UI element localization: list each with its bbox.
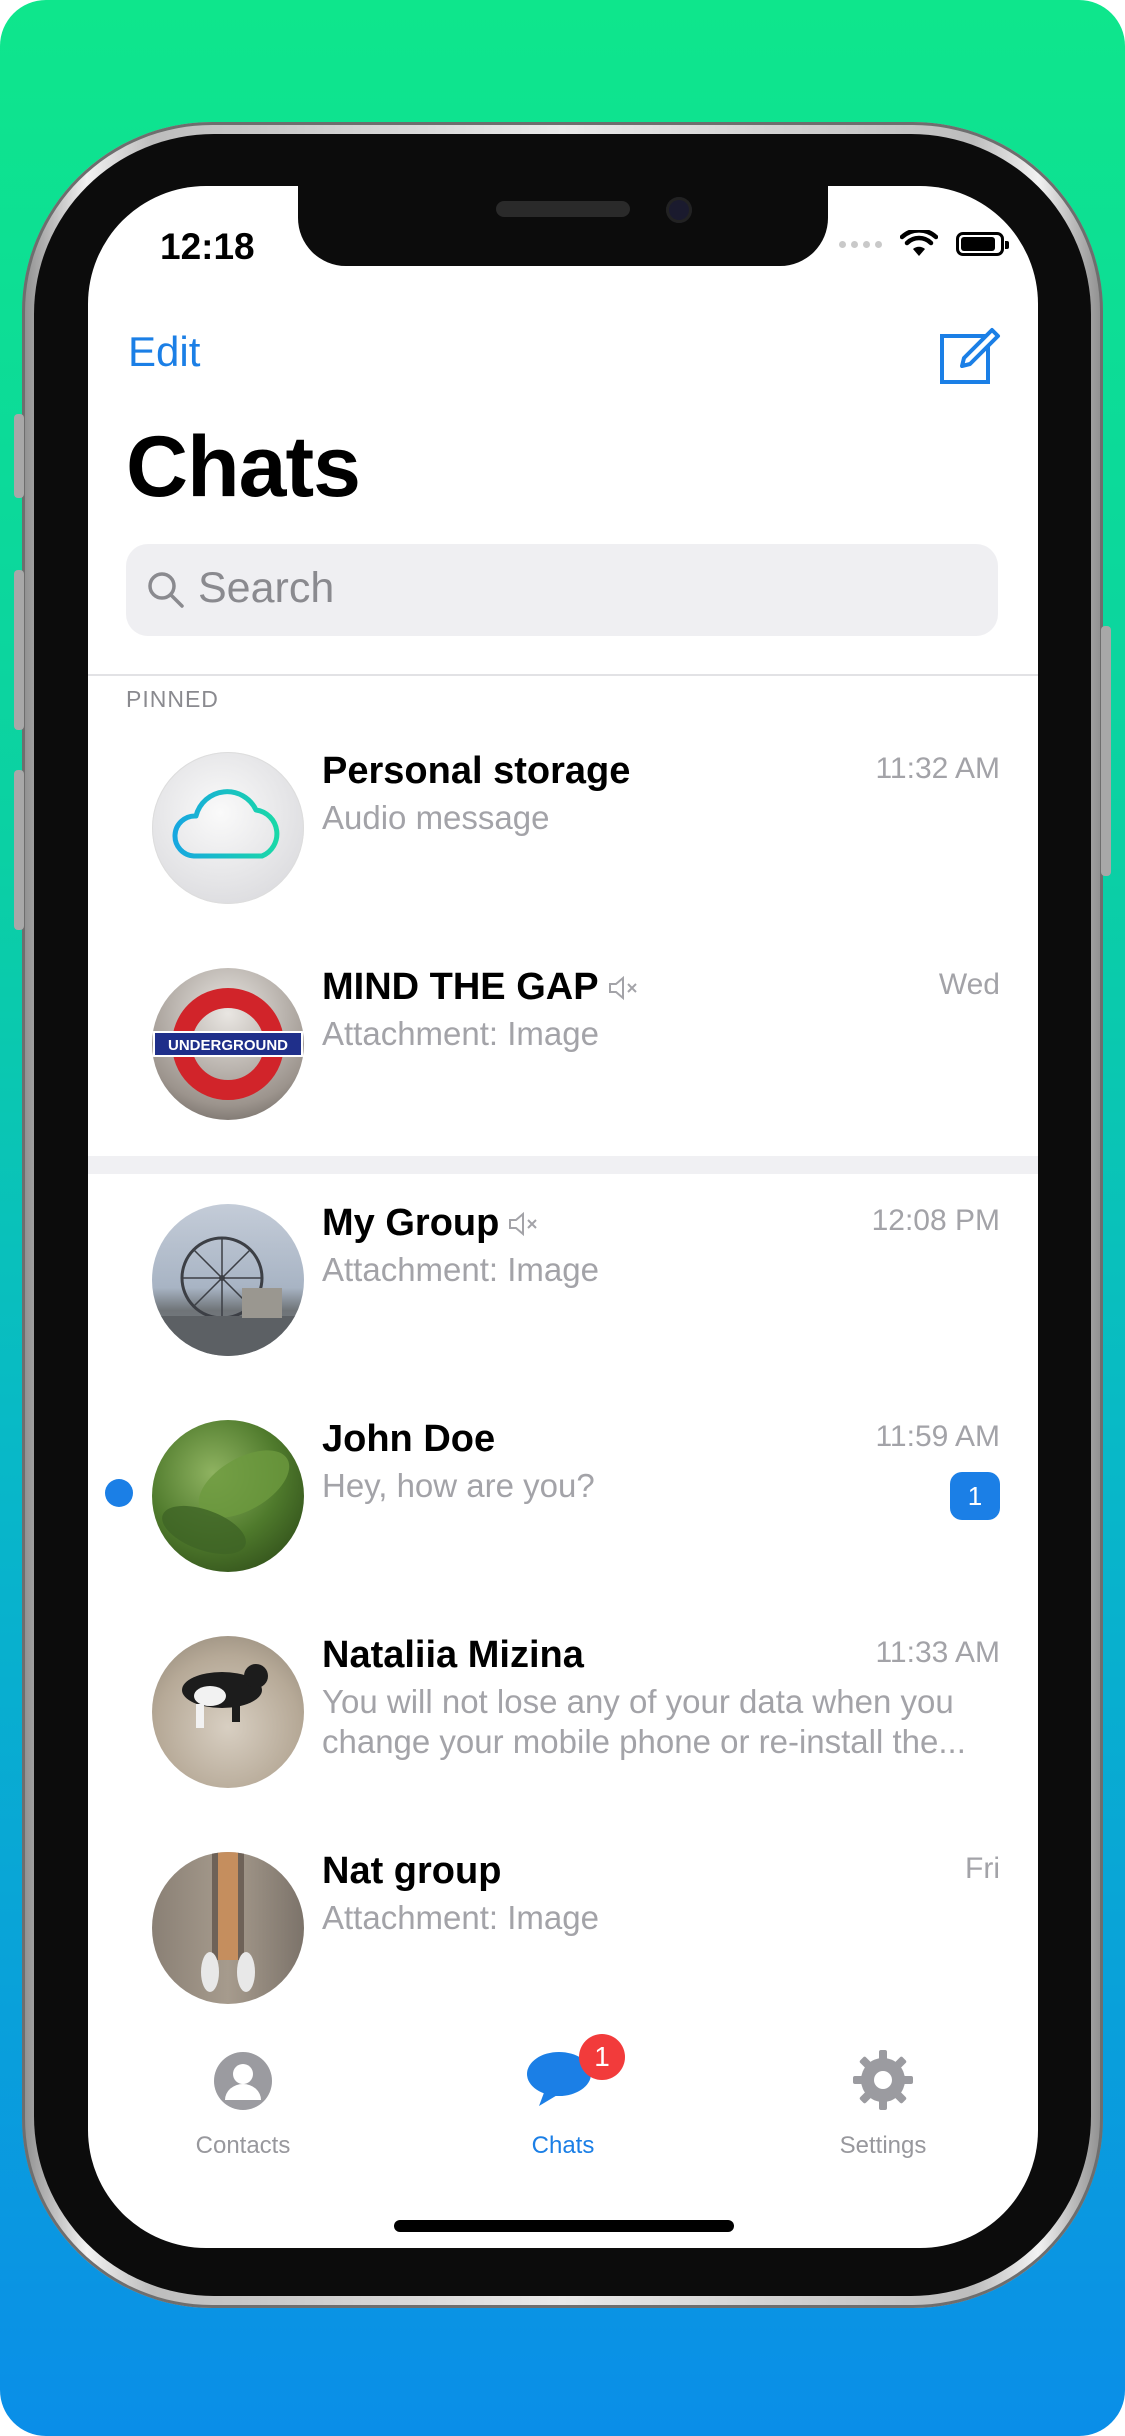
- chat-time: Wed: [938, 968, 1000, 1001]
- mute-switch: [14, 414, 24, 498]
- chat-name: John Doe: [322, 1418, 496, 1460]
- chat-name: MIND THE GAP: [322, 966, 641, 1009]
- gear-icon: [853, 2050, 913, 2110]
- front-camera: [666, 197, 692, 223]
- home-indicator[interactable]: [394, 2220, 734, 2232]
- chat-time: 12:08 PM: [871, 1204, 1000, 1237]
- tab-settings-label: Settings: [839, 2132, 927, 2159]
- chat-row-nat-group[interactable]: Nat group Attachment: Image Fri: [88, 1826, 1038, 2042]
- tab-bar: Contacts 1 Chats Settings: [88, 2026, 1038, 2166]
- app-screen: 12:18 Edit Chats Search PINNED Personal …: [88, 186, 1038, 2248]
- cat-image: [182, 1664, 268, 1728]
- chat-name: My Group: [322, 1202, 541, 1245]
- leaf-image: [162, 1450, 290, 1555]
- chat-time: Fri: [965, 1852, 1000, 1885]
- tab-contacts[interactable]: Contacts: [133, 2026, 353, 2159]
- chat-message: Audio message: [322, 799, 550, 836]
- chat-message: Attachment: Image: [322, 1899, 599, 1936]
- search-bar[interactable]: Search: [126, 544, 998, 636]
- muted-icon: [608, 975, 637, 1000]
- battery-icon: [956, 232, 1009, 256]
- chat-time: 11:33 AM: [875, 1636, 1000, 1669]
- status-time: 12:18: [160, 226, 255, 267]
- pinned-separator: [88, 1156, 1038, 1174]
- page-title: Chats: [126, 419, 361, 515]
- chat-time: 11:32 AM: [875, 752, 1000, 785]
- chat-message: Attachment: Image: [322, 1015, 599, 1052]
- feet-image: [201, 1852, 255, 1992]
- avatar: UNDERGROUND: [152, 968, 304, 1120]
- chat-time: 11:59 AM: [875, 1420, 1000, 1453]
- pinned-section-label: PINNED: [126, 686, 219, 712]
- tab-chats[interactable]: 1 Chats: [453, 2026, 673, 2159]
- muted-icon: [509, 1211, 538, 1236]
- avatar: [152, 752, 304, 904]
- avatar: [152, 1420, 304, 1572]
- chat-row-my-group[interactable]: My Group Attachment: Image 12:08 PM: [88, 1178, 1038, 1394]
- chat-row-personal-storage[interactable]: Personal storage Audio message 11:32 AM: [88, 726, 1038, 942]
- chat-row-mind-the-gap[interactable]: UNDERGROUND MIND THE GAP Attachment: Ima…: [88, 942, 1038, 1158]
- avatar: [152, 1204, 304, 1356]
- cloud-icon: [172, 789, 280, 859]
- chat-name: Personal storage: [322, 750, 631, 792]
- tab-chats-label: Chats: [531, 2132, 595, 2159]
- chat-name: Nat group: [322, 1850, 502, 1892]
- power-button: [1101, 626, 1111, 876]
- chat-message: You will not lose any of your data when …: [322, 1683, 966, 1760]
- chat-message: Hey, how are you?: [322, 1467, 595, 1504]
- search-placeholder: Search: [198, 564, 335, 612]
- svg-text:UNDERGROUND: UNDERGROUND: [168, 1037, 288, 1054]
- status-icons: [839, 230, 1009, 258]
- tab-settings[interactable]: Settings: [773, 2026, 993, 2159]
- unread-badge: 1: [950, 1472, 1000, 1520]
- contacts-icon: [214, 2052, 272, 2110]
- avatar: [152, 1636, 304, 1788]
- avatar: [152, 1852, 304, 2004]
- unread-indicator-dot: [105, 1479, 133, 1507]
- volume-down-button: [14, 770, 24, 930]
- tab-contacts-label: Contacts: [195, 2132, 291, 2159]
- header-divider: [88, 674, 1038, 676]
- speaker: [496, 201, 630, 217]
- chat-message: Attachment: Image: [322, 1251, 599, 1288]
- signal-icon: [839, 240, 882, 248]
- edit-button[interactable]: Edit: [128, 328, 200, 376]
- notch: [298, 186, 828, 266]
- wifi-icon: [900, 230, 938, 256]
- search-icon: [148, 572, 184, 608]
- chat-row-nataliia-mizina[interactable]: Nataliia Mizina You will not lose any of…: [88, 1610, 1038, 1826]
- underground-sign-image: UNDERGROUND: [153, 988, 303, 1100]
- compose-icon[interactable]: [938, 324, 1002, 388]
- background: 12:18 Edit Chats Search PINNED Personal …: [0, 0, 1125, 2436]
- chat-name: Nataliia Mizina: [322, 1634, 584, 1676]
- chats-tab-badge: 1: [579, 2034, 625, 2080]
- chat-row-john-doe[interactable]: John Doe Hey, how are you? 11:59 AM 1: [88, 1394, 1038, 1610]
- ferris-wheel-image: [152, 1236, 304, 1356]
- volume-up-button: [14, 570, 24, 730]
